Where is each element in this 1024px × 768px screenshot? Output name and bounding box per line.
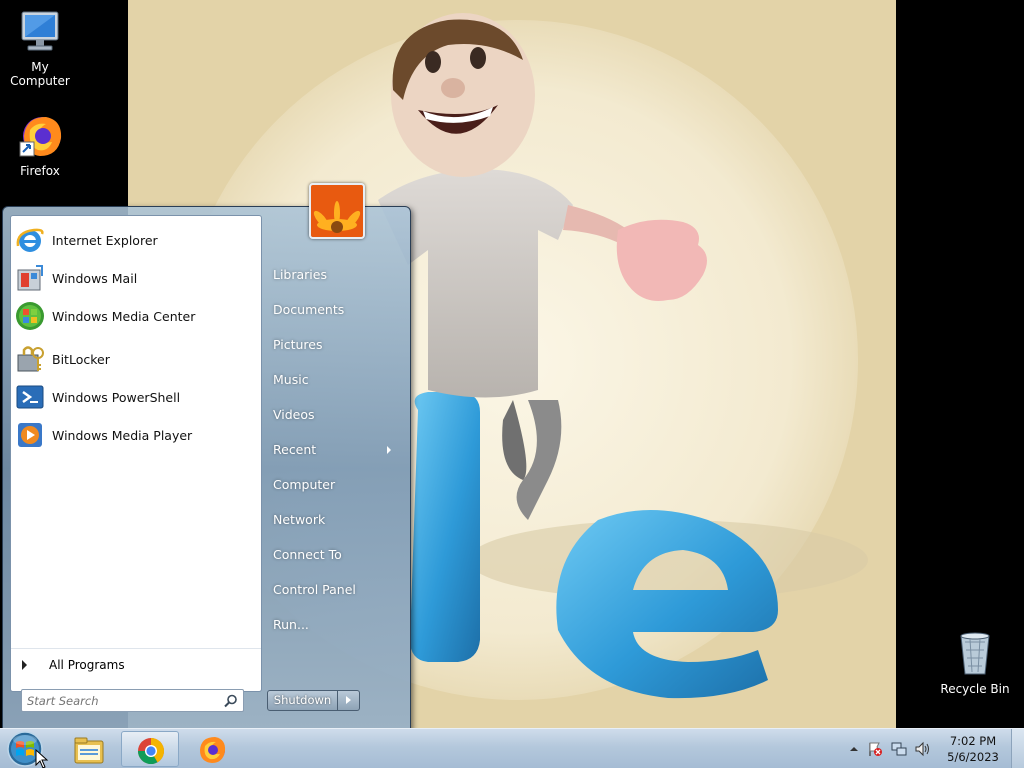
powershell-icon <box>14 381 46 413</box>
place-label: Documents <box>273 302 345 317</box>
shutdown-options-arrow-icon[interactable] <box>338 690 360 711</box>
place-label: Computer <box>273 477 336 492</box>
start-menu: Internet Explorer Windows Mail Windows M… <box>2 183 411 731</box>
shutdown-group: Shutdown <box>267 690 360 711</box>
bitlocker-icon <box>14 343 46 375</box>
program-label: Windows Media Center <box>52 308 196 324</box>
computer-icon <box>16 8 64 56</box>
program-windows-media-player[interactable]: Windows Media Player <box>14 417 259 453</box>
taskbar: 7:02 PM 5/6/2023 <box>0 728 1024 768</box>
desktop-icon-recycle-bin[interactable]: Recycle Bin <box>935 630 1015 696</box>
program-label: Internet Explorer <box>52 232 158 248</box>
desktop-icon-label: Firefox <box>20 164 60 178</box>
place-recent[interactable]: Recent <box>265 436 405 464</box>
show-hidden-icons-chevron[interactable] <box>846 741 862 757</box>
file-explorer-icon <box>74 737 104 764</box>
program-bitlocker[interactable]: BitLocker <box>14 341 259 377</box>
place-connect-to[interactable]: Connect To <box>265 541 405 569</box>
start-menu-programs-pane: Internet Explorer Windows Mail Windows M… <box>10 215 262 692</box>
windows-mail-icon <box>14 262 46 294</box>
program-windows-mail[interactable]: Windows Mail <box>14 260 259 296</box>
windows-media-center-icon <box>14 300 46 332</box>
clock-date: 5/6/2023 <box>947 750 999 764</box>
firefox-icon <box>200 737 226 763</box>
firefox-icon <box>16 112 64 160</box>
submenu-arrow-icon <box>387 446 391 454</box>
place-music[interactable]: Music <box>265 366 405 394</box>
all-programs-label: All Programs <box>49 657 125 672</box>
program-label: Windows Mail <box>52 270 138 286</box>
place-label: Pictures <box>273 337 323 352</box>
taskbar-file-explorer[interactable] <box>60 731 118 767</box>
place-control-panel[interactable]: Control Panel <box>265 576 405 604</box>
place-libraries[interactable]: Libraries <box>265 261 405 289</box>
program-windows-powershell[interactable]: Windows PowerShell <box>14 379 259 415</box>
network-icon[interactable] <box>891 741 907 757</box>
place-run[interactable]: Run... <box>265 611 405 639</box>
action-center-flag-icon[interactable] <box>867 741 883 757</box>
triangle-right-icon <box>22 659 27 670</box>
place-label: Videos <box>273 407 315 422</box>
desktop-icon-my-computer[interactable]: My Computer <box>0 8 80 88</box>
user-account-picture[interactable] <box>309 183 365 239</box>
place-network[interactable]: Network <box>265 506 405 534</box>
show-desktop-button[interactable] <box>1011 729 1024 768</box>
place-label: Music <box>273 372 309 387</box>
place-pictures[interactable]: Pictures <box>265 331 405 359</box>
search-icon[interactable] <box>223 693 239 709</box>
start-search-box[interactable] <box>21 689 244 712</box>
taskbar-firefox[interactable] <box>183 731 241 767</box>
place-label: Libraries <box>273 267 327 282</box>
shutdown-button[interactable]: Shutdown <box>267 690 338 711</box>
program-windows-media-center[interactable]: Windows Media Center <box>14 298 259 334</box>
internet-explorer-icon <box>14 224 46 256</box>
system-clock[interactable]: 7:02 PM 5/6/2023 <box>938 733 1008 765</box>
mouse-cursor-icon <box>35 749 49 768</box>
program-label: Windows Media Player <box>52 427 193 443</box>
place-label: Control Panel <box>273 582 356 597</box>
place-label: Connect To <box>273 547 342 562</box>
desktop-icon-label: Recycle Bin <box>940 682 1010 696</box>
media-player-icon <box>14 419 46 451</box>
desktop-icon-firefox[interactable]: Firefox <box>0 112 80 178</box>
program-label: BitLocker <box>52 351 110 367</box>
clock-time: 7:02 PM <box>949 734 997 748</box>
place-documents[interactable]: Documents <box>265 296 405 324</box>
all-programs-button[interactable]: All Programs <box>11 648 261 680</box>
place-label: Run... <box>273 617 309 632</box>
place-label: Recent <box>273 442 317 457</box>
place-label: Network <box>273 512 326 527</box>
start-search-input[interactable] <box>27 693 212 708</box>
program-internet-explorer[interactable]: Internet Explorer <box>14 222 259 258</box>
place-computer[interactable]: Computer <box>265 471 405 499</box>
place-videos[interactable]: Videos <box>265 401 405 429</box>
program-label: Windows PowerShell <box>52 389 181 405</box>
recycle-bin-icon <box>951 630 999 678</box>
volume-icon[interactable] <box>914 741 930 757</box>
taskbar-chrome[interactable] <box>121 731 179 767</box>
chrome-icon <box>137 738 165 765</box>
desktop-icon-label: My Computer <box>10 60 70 88</box>
